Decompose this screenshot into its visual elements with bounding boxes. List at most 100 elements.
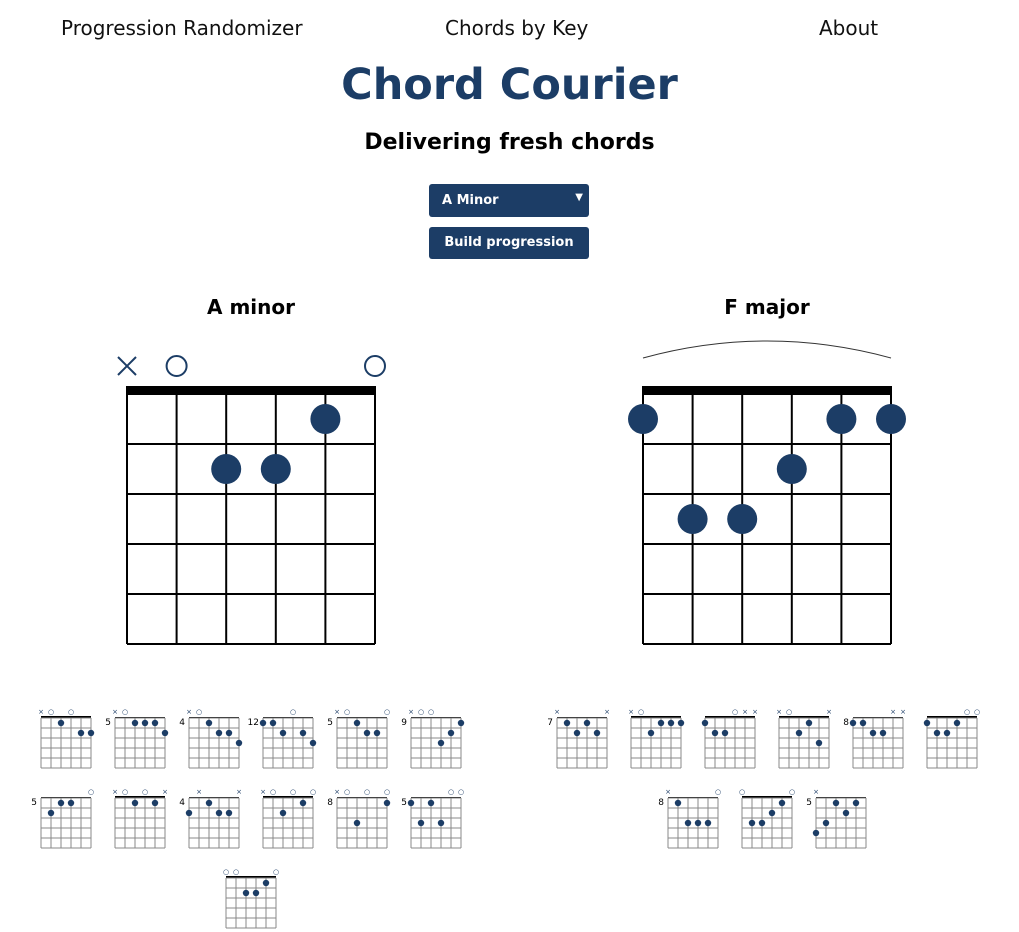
muted-string-icon: × [260, 788, 266, 796]
key-select[interactable]: A Minor ▼ [429, 184, 589, 217]
muted-string-icon: × [186, 708, 192, 716]
open-string-icon: ○ [273, 868, 279, 876]
finger-dot [437, 739, 445, 747]
fret-number: 8 [843, 718, 849, 728]
chord-variation-diagram[interactable]: × ○ ○ 9 [397, 706, 467, 772]
chord-variation-diagram[interactable]: × ○ [617, 706, 687, 772]
finger-dot [242, 889, 250, 897]
open-string-icon: ○ [88, 788, 94, 796]
finger-dot [299, 799, 307, 807]
chord-variation-diagram[interactable]: ×5 [802, 786, 872, 852]
muted-string-icon: × [628, 708, 634, 716]
open-string-icon: ○ [458, 788, 464, 796]
chord-variation-diagram[interactable]: × ○ ○ ○ [249, 786, 319, 852]
chord-variation-diagram[interactable]: × ○ ○ × [101, 786, 171, 852]
finger-dot [563, 719, 571, 727]
nav-about[interactable]: About [819, 16, 878, 40]
muted-string-icon: × [900, 708, 906, 716]
chord-title-1: A minor [207, 295, 295, 319]
muted-string-icon: × [112, 708, 118, 716]
finger-dot [235, 739, 243, 747]
muted-string-icon: × [813, 788, 819, 796]
finger-dot [842, 809, 850, 817]
chord-variation-diagram[interactable]: ○ ○ 5 [397, 786, 467, 852]
finger-dot [815, 739, 823, 747]
muted-string-icon: × [752, 708, 758, 716]
finger-dot [812, 829, 820, 837]
chord-variation-diagram[interactable]: ○ ○ [728, 786, 798, 852]
finger-dot [131, 719, 139, 727]
finger-dot [225, 729, 233, 737]
chord-variation-diagram[interactable]: × × 4 [175, 786, 245, 852]
muted-string-icon: × [334, 708, 340, 716]
open-string-icon: ○ [638, 708, 644, 716]
finger-dot [57, 799, 65, 807]
nav-chords-by-key[interactable]: Chords by Key [445, 16, 588, 40]
finger-dot [943, 729, 951, 737]
chord-variation-diagram[interactable]: ○ ○ ○ [212, 866, 282, 932]
chord-variation-diagram[interactable]: × ○ ○ 5 [323, 706, 393, 772]
open-string-icon: ○ [732, 708, 738, 716]
finger-dot [876, 404, 906, 434]
open-string-icon: ○ [270, 788, 276, 796]
chord-variation-diagram[interactable]: × ○ 8 [654, 786, 724, 852]
finger-dot [727, 504, 758, 534]
chord-variation-diagram[interactable]: ○ × × [691, 706, 761, 772]
finger-dot [141, 719, 149, 727]
muted-string-icon: × [890, 708, 896, 716]
barre-arc [642, 340, 892, 359]
finger-dot [131, 799, 139, 807]
muted-string-icon: × [162, 788, 168, 796]
finger-dot [583, 719, 591, 727]
finger-dot [684, 819, 692, 827]
finger-dot [260, 454, 291, 484]
finger-dot [225, 809, 233, 817]
finger-dot [310, 404, 341, 434]
finger-dot [373, 729, 381, 737]
fret-number: 8 [327, 798, 333, 808]
finger-dot [353, 719, 361, 727]
chord-variation-diagram[interactable]: × ○ 4 [175, 706, 245, 772]
finger-dot [457, 719, 465, 727]
open-string-icon: ○ [448, 788, 454, 796]
finger-dot [701, 719, 709, 727]
finger-dot [353, 819, 361, 827]
finger-dot [573, 729, 581, 737]
finger-dot [859, 719, 867, 727]
finger-dot [427, 799, 435, 807]
open-string-icon: ○ [344, 788, 350, 796]
finger-dot [151, 719, 159, 727]
finger-dot [694, 819, 702, 827]
chord-title-2: F major [724, 295, 810, 319]
chord-variation-diagram[interactable]: × ○ 5 [101, 706, 171, 772]
finger-dot [933, 729, 941, 737]
muted-string-icon: × [334, 788, 340, 796]
chord-variation-diagram[interactable]: × ×7 [543, 706, 613, 772]
finger-dot [778, 799, 786, 807]
finger-dot [205, 719, 213, 727]
finger-dot [879, 729, 887, 737]
muted-string-icon: × [236, 788, 242, 796]
finger-dot [279, 729, 287, 737]
chord-variation-diagram[interactable]: ○ ○ [913, 706, 983, 772]
nav-progression-randomizer[interactable]: Progression Randomizer [61, 16, 303, 40]
open-string-icon: ○ [68, 708, 74, 716]
chord-variation-diagram[interactable]: × ○ ○ [27, 706, 97, 772]
chord-variation-diagram[interactable]: ○ 12 [248, 706, 319, 772]
chord-variation-diagram[interactable]: ○5 [27, 786, 97, 852]
chord-variation-diagram[interactable]: × ○ ○ ○ 8 [323, 786, 393, 852]
open-string-icon: ○ [290, 788, 296, 796]
finger-dot [852, 799, 860, 807]
fret-number: 5 [31, 798, 37, 808]
muted-string-icon: × [408, 708, 414, 716]
finger-dot [832, 799, 840, 807]
open-string-icon: ○ [344, 708, 350, 716]
finger-dot [647, 729, 655, 737]
finger-dot [67, 799, 75, 807]
chord-variation-diagram[interactable]: × ○ × [765, 706, 835, 772]
fret-number: 4 [179, 718, 185, 728]
open-string-icon: ○ [964, 708, 970, 716]
build-progression-button[interactable]: Build progression [429, 227, 589, 259]
chord-variation-diagram[interactable]: × × 8 [839, 706, 909, 772]
finger-dot [805, 719, 813, 727]
